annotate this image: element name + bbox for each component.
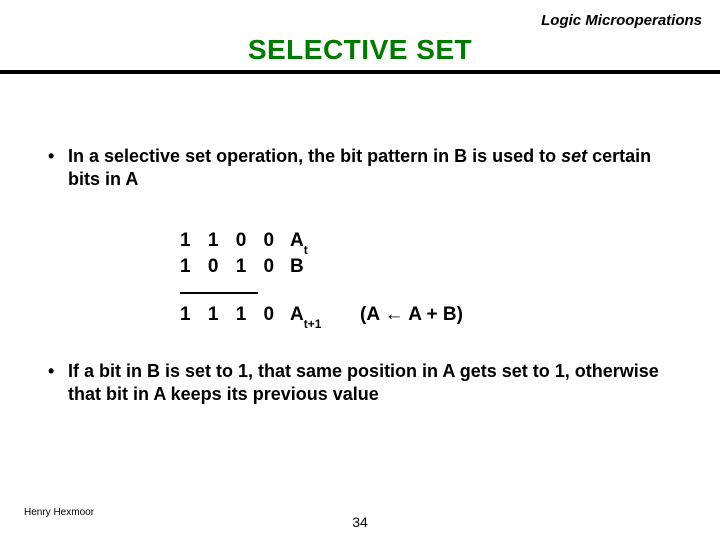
row1-label-base: A	[290, 230, 304, 251]
section-topic: Logic Microoperations	[541, 12, 702, 29]
row3-label-sub: t+1	[304, 317, 322, 331]
row1-label: At	[290, 230, 360, 254]
bullet-1: In a selective set operation, the bit pa…	[40, 145, 680, 190]
row3-label-base: A	[290, 304, 304, 325]
example-underline	[180, 282, 680, 304]
row3-expression: (A ← A + B)	[360, 304, 463, 326]
row1-bits: 1 1 0 0	[180, 230, 290, 252]
row1-label-sub: t	[304, 243, 308, 257]
example-row-1: 1 1 0 0 At	[180, 230, 680, 256]
bullet-1-set-word: set	[561, 146, 587, 166]
row2-label: B	[290, 256, 360, 278]
title-rule	[0, 70, 720, 74]
row3-bits: 1 1 1 0	[180, 304, 290, 326]
example-row-3: 1 1 1 0 At+1 (A ← A + B)	[180, 304, 680, 330]
footer-page-number: 34	[0, 514, 720, 530]
example-row-2: 1 0 1 0 B	[180, 256, 680, 282]
row2-bits: 1 0 1 0	[180, 256, 290, 278]
row3-label: At+1	[290, 304, 360, 328]
content-area: In a selective set operation, the bit pa…	[40, 145, 680, 405]
bullet-1-text-a: In a selective set operation, the bit pa…	[68, 146, 561, 166]
example-block: 1 1 0 0 At 1 0 1 0 B 1 1 1 0 At+1 (A ← A…	[180, 230, 680, 330]
slide-title: SELECTIVE SET	[0, 34, 720, 66]
bullet-2: If a bit in B is set to 1, that same pos…	[40, 360, 680, 405]
